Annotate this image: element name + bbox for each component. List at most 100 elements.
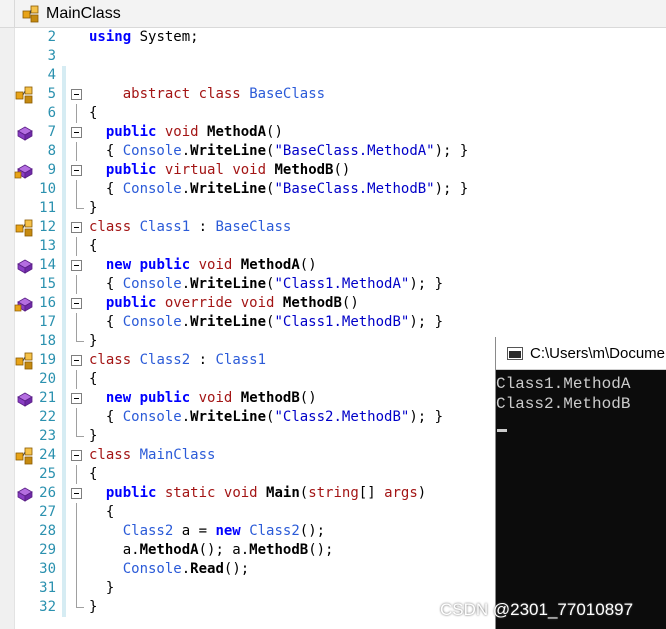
code-text[interactable]: { [89, 237, 97, 256]
code-line[interactable]: 9 public virtual void MethodB() [0, 161, 666, 180]
code-text[interactable]: abstract class BaseClass [89, 85, 325, 104]
code-text[interactable]: public virtual void MethodB() [89, 161, 351, 180]
code-line[interactable]: 13 { [0, 237, 666, 256]
code-text[interactable]: a.MethodA(); a.MethodB(); [89, 541, 334, 560]
code-text[interactable]: } [89, 598, 97, 617]
console-window[interactable]: C:\Users\m\Documents\Visual Studio Class… [495, 337, 666, 629]
code-text[interactable]: { Console.WriteLine("Class2.MethodB"); } [89, 408, 443, 427]
code-text[interactable]: new public void MethodA() [89, 256, 317, 275]
code-line[interactable]: 12 class Class1 : BaseClass [0, 218, 666, 237]
code-token: public [105, 485, 157, 501]
code-text[interactable]: { [89, 370, 97, 389]
code-token: ); } [409, 314, 444, 330]
code-text[interactable]: public override void MethodB() [89, 294, 359, 313]
collapse-toggle[interactable] [71, 355, 82, 366]
code-line[interactable]: 11} [0, 199, 666, 218]
code-line[interactable]: 10 { Console.WriteLine("BaseClass.Method… [0, 180, 666, 199]
change-marker [62, 104, 66, 123]
change-marker [62, 370, 66, 389]
code-text[interactable]: public static void Main(string[] args) [89, 484, 426, 503]
collapse-toggle[interactable] [71, 488, 82, 499]
line-number: 20 [39, 371, 56, 387]
code-line[interactable]: 14 new public void MethodA() [0, 256, 666, 275]
code-text[interactable]: Class2 a = new Class2(); [89, 522, 325, 541]
window-title[interactable]: MainClass [46, 5, 121, 23]
collapse-toggle[interactable] [71, 165, 82, 176]
line-number: 26 [39, 485, 56, 501]
code-text[interactable]: } [89, 579, 114, 598]
collapse-toggle[interactable] [71, 127, 82, 138]
line-number: 32 [39, 599, 56, 615]
code-line[interactable]: 4 [0, 66, 666, 85]
change-marker [62, 408, 66, 427]
code-text[interactable]: class Class1 : BaseClass [89, 218, 291, 237]
code-text[interactable]: { Console.WriteLine("BaseClass.MethodB")… [89, 180, 469, 199]
collapse-toggle[interactable] [71, 450, 82, 461]
change-marker [62, 560, 66, 579]
code-token: Class2 [249, 523, 300, 539]
code-token: Class2 [139, 352, 191, 368]
code-text[interactable]: { Console.WriteLine("Class1.MethodA"); } [89, 275, 443, 294]
code-text[interactable]: new public void MethodB() [89, 389, 317, 408]
code-line[interactable]: 7 public void MethodA() [0, 123, 666, 142]
code-line[interactable]: 17 { Console.WriteLine("Class1.MethodB")… [0, 313, 666, 332]
code-text[interactable]: { [89, 465, 97, 484]
collapse-toggle[interactable] [71, 393, 82, 404]
code-text[interactable]: } [89, 332, 97, 351]
code-token: { [89, 143, 123, 159]
code-text[interactable]: { [89, 104, 97, 123]
line-number: 5 [47, 86, 56, 102]
code-text[interactable]: } [89, 199, 97, 218]
code-text[interactable]: using System; [89, 28, 199, 47]
collapse-toggle[interactable] [71, 298, 82, 309]
code-line[interactable]: 8 { Console.WriteLine("BaseClass.MethodA… [0, 142, 666, 161]
code-text[interactable]: { [89, 503, 114, 522]
code-line[interactable]: 16 public override void MethodB() [0, 294, 666, 313]
code-token: ); } [434, 143, 469, 159]
code-text[interactable]: { Console.WriteLine("Class1.MethodB"); } [89, 313, 443, 332]
code-line[interactable]: 6{ [0, 104, 666, 123]
code-token: [] [358, 485, 385, 501]
code-token: (); [299, 523, 326, 539]
line-number: 16 [39, 295, 56, 311]
change-marker [62, 446, 66, 465]
code-line[interactable]: 2 using System; [0, 28, 666, 47]
collapse-toggle[interactable] [71, 89, 82, 100]
outline-end [76, 199, 84, 209]
change-marker [62, 294, 66, 313]
change-marker [62, 522, 66, 541]
line-number: 31 [39, 580, 56, 596]
code-token: args [384, 485, 418, 501]
code-line[interactable]: 3 [0, 47, 666, 66]
code-text[interactable]: { Console.WriteLine("BaseClass.MethodA")… [89, 142, 469, 161]
code-token: Console [122, 409, 182, 425]
change-marker [62, 66, 66, 85]
outline-end [76, 332, 84, 342]
code-token: BaseClass [249, 86, 326, 102]
code-token: ); } [409, 409, 444, 425]
change-marker [62, 598, 66, 617]
change-marker [62, 313, 66, 332]
code-text[interactable]: Console.Read(); [89, 560, 249, 579]
console-title-bar[interactable]: C:\Users\m\Documents\Visual Studio [496, 337, 666, 370]
code-text[interactable]: } [89, 427, 97, 446]
line-number: 4 [47, 67, 56, 83]
collapse-toggle[interactable] [71, 222, 82, 233]
code-token: Console [122, 561, 182, 577]
collapse-toggle[interactable] [71, 260, 82, 271]
line-number: 11 [39, 200, 56, 216]
code-line[interactable]: 5 abstract class BaseClass [0, 85, 666, 104]
code-text[interactable]: class Class2 : Class1 [89, 351, 266, 370]
code-token: WriteLine [190, 409, 267, 425]
code-line[interactable]: 15 { Console.WriteLine("Class1.MethodA")… [0, 275, 666, 294]
code-token: public [139, 257, 191, 273]
code-token: "BaseClass.MethodA" [274, 143, 435, 159]
code-text[interactable]: class MainClass [89, 446, 215, 465]
code-text[interactable]: public void MethodA() [89, 123, 283, 142]
line-number: 19 [39, 352, 56, 368]
